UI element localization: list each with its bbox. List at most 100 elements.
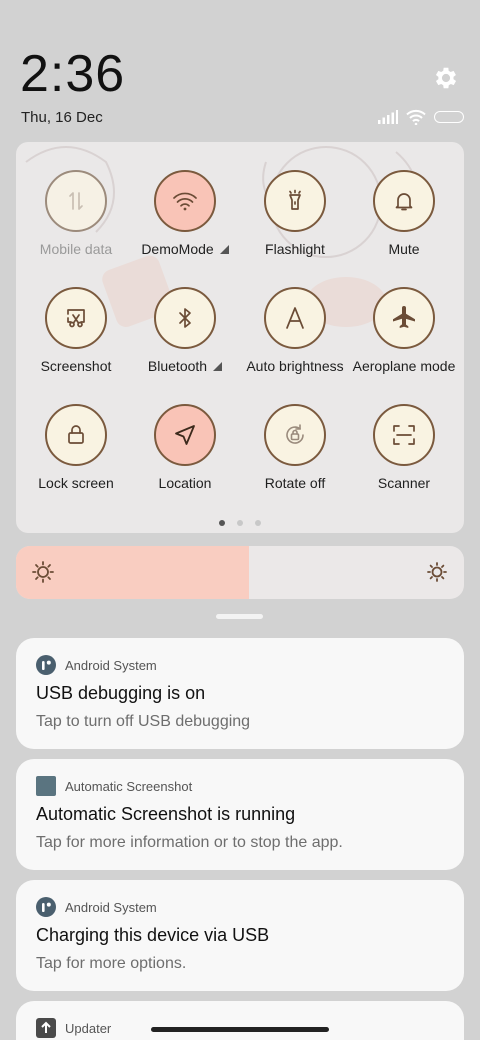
airplane-icon <box>391 305 417 331</box>
page-dot <box>255 520 261 526</box>
page-indicator <box>16 520 464 526</box>
mobile-data-icon <box>64 189 88 213</box>
notification-card[interactable]: Android System USB debugging is on Tap to … <box>16 638 464 749</box>
tile-mobile-data[interactable]: Mobile data <box>21 170 131 259</box>
tile-label-text: Aeroplane mode <box>352 358 456 374</box>
tile-button[interactable] <box>373 287 435 349</box>
notification-app-name: Android System <box>65 899 157 915</box>
android-system-icon <box>36 655 56 675</box>
auto-brightness-icon <box>282 305 308 331</box>
lock-icon <box>64 423 88 447</box>
tile-label-text: Location <box>158 475 212 491</box>
brightness-slider[interactable] <box>16 546 464 599</box>
tile-button[interactable] <box>45 170 107 232</box>
tile-label-text: Flashlight <box>265 241 325 257</box>
settings-gear-icon[interactable] <box>432 64 460 92</box>
tile-label-text: Lock screen <box>38 475 114 491</box>
tile-button[interactable] <box>45 287 107 349</box>
wifi-icon <box>172 190 198 212</box>
tile-label: Mobile data <box>40 241 112 257</box>
tile-label-text: Bluetooth <box>147 358 208 374</box>
expand-triangle-icon[interactable] <box>219 244 229 254</box>
tile-label: Mute <box>388 241 419 257</box>
notification-app: Android System <box>36 655 444 675</box>
tile-button[interactable] <box>154 287 216 349</box>
tile-label: Flashlight <box>265 241 325 257</box>
tile-label: Auto brightness <box>246 358 343 374</box>
tile-button[interactable] <box>264 170 326 232</box>
android-system-icon <box>36 897 56 917</box>
bell-icon <box>392 189 416 213</box>
tile-label: Screenshot <box>41 358 112 374</box>
tile-auto-brightness[interactable]: Auto brightness <box>240 287 350 376</box>
rotate-icon <box>282 422 308 448</box>
expand-triangle-icon[interactable] <box>213 361 223 371</box>
notification-card[interactable]: Automatic Screenshot Automatic Screenshot… <box>16 759 464 870</box>
tile-label: Bluetooth <box>147 358 223 374</box>
location-icon <box>173 423 197 447</box>
tile-label-text: Scanner <box>377 475 431 491</box>
clock[interactable]: 2:36 <box>20 46 125 102</box>
battery-icon <box>434 111 464 123</box>
tile-aeroplane-mode[interactable]: Aeroplane mode <box>349 287 459 376</box>
tile-label: Rotate off <box>265 475 325 491</box>
tile-label-text: DemoMode <box>141 241 214 257</box>
notification-body: Tap for more options. <box>36 955 187 972</box>
tile-label-text: Mute <box>388 241 420 257</box>
tile-label-text: Rotate off <box>264 475 326 491</box>
notification-title: USB debugging is on <box>36 683 206 703</box>
tile-demomode[interactable]: DemoMode <box>130 170 240 259</box>
tile-button[interactable] <box>154 404 216 466</box>
notification-card[interactable]: Updater <box>16 1001 464 1040</box>
tile-scanner[interactable]: Scanner <box>349 404 459 493</box>
notification-body: Tap for more information or to stop the … <box>36 834 343 851</box>
tile-flashlight[interactable]: Flashlight <box>240 170 350 259</box>
tile-button[interactable] <box>45 404 107 466</box>
updater-icon <box>36 1018 56 1038</box>
tile-label-text: Screenshot <box>40 358 112 374</box>
tile-mute[interactable]: Mute <box>349 170 459 259</box>
tile-label-text: Mobile data <box>39 241 113 257</box>
tile-label: Scanner <box>378 475 430 491</box>
panel-drag-handle[interactable] <box>216 614 263 619</box>
wifi-icon <box>406 109 426 125</box>
automatic-screenshot-icon <box>36 776 56 796</box>
notification-app: Android System <box>36 897 444 917</box>
tile-bluetooth[interactable]: Bluetooth <box>130 287 240 376</box>
tile-button[interactable] <box>154 170 216 232</box>
tile-button[interactable] <box>373 404 435 466</box>
notification-app-name: Android System <box>65 657 157 673</box>
notification-app: Automatic Screenshot <box>36 776 444 796</box>
notification-title: Charging this device via USB <box>36 925 270 945</box>
status-icons <box>378 108 464 126</box>
scanner-icon <box>391 422 417 448</box>
notification-card[interactable]: Android System Charging this device via U… <box>16 880 464 991</box>
notification-title: Automatic Screenshot is running <box>36 804 296 824</box>
screenshot-icon <box>64 306 88 330</box>
brightness-low-icon <box>32 561 54 583</box>
tile-label: Location <box>159 475 212 491</box>
tile-lock-screen[interactable]: Lock screen <box>21 404 131 493</box>
tile-label: Lock screen <box>38 475 113 491</box>
tile-button[interactable] <box>373 170 435 232</box>
brightness-high-icon <box>427 562 447 582</box>
tile-location[interactable]: Location <box>130 404 240 493</box>
notification-app-name: Automatic Screenshot <box>65 778 193 794</box>
notification-body: Tap to turn off USB debugging <box>36 713 251 730</box>
tile-button[interactable] <box>264 404 326 466</box>
tile-screenshot[interactable]: Screenshot <box>21 287 131 376</box>
signal-icon <box>378 110 398 124</box>
notification-app-name: Updater <box>65 1020 112 1036</box>
tile-label: DemoMode <box>141 241 229 257</box>
bluetooth-icon <box>173 306 197 330</box>
tile-label: Aeroplane mode <box>353 358 456 374</box>
page-dot <box>219 520 225 526</box>
home-indicator[interactable] <box>151 1027 329 1032</box>
tile-rotate-off[interactable]: Rotate off <box>240 404 350 493</box>
tile-button[interactable] <box>264 287 326 349</box>
page-dot <box>237 520 243 526</box>
tile-label-text: Auto brightness <box>246 358 344 374</box>
date[interactable]: Thu, 16 Dec <box>21 109 103 126</box>
quick-settings-panel: Mobile data DemoMode Flashlight Mute Screens… <box>16 142 464 533</box>
flashlight-icon <box>283 189 307 213</box>
